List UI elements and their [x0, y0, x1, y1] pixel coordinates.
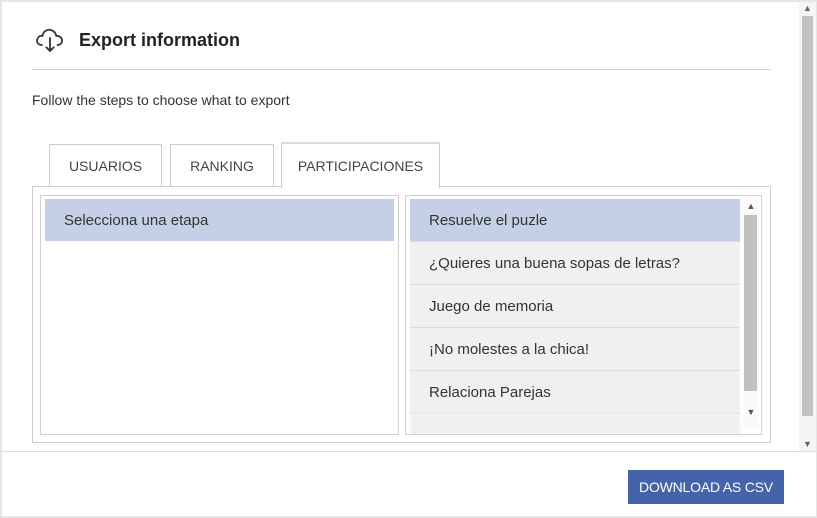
stage-list: Selecciona una etapa: [40, 195, 399, 435]
triangle-down-icon[interactable]: ▼: [799, 438, 816, 450]
list-scrollbar[interactable]: ▲ ▼: [743, 199, 759, 429]
list-item[interactable]: ¡No molestes a la chica!: [410, 328, 740, 371]
list-item[interactable]: [410, 414, 740, 434]
list-item[interactable]: Resuelve el puzle: [410, 199, 740, 242]
dialog-content: Export information Follow the steps to c…: [2, 2, 799, 451]
list-item[interactable]: Relaciona Parejas: [410, 371, 740, 414]
list-scrollbar-thumb[interactable]: [744, 215, 757, 391]
dialog-scrollbar-thumb[interactable]: [802, 16, 813, 416]
tab-ranking[interactable]: RANKING: [170, 144, 274, 187]
dialog-scrollbar[interactable]: ▲ ▼: [799, 2, 816, 451]
triangle-up-icon[interactable]: ▲: [799, 2, 816, 14]
list-item[interactable]: ¿Quieres una buena sopas de letras?: [410, 242, 740, 285]
game-list: Resuelve el puzle ¿Quieres una buena sop…: [405, 195, 762, 435]
triangle-up-icon[interactable]: ▲: [743, 199, 759, 213]
tab-participaciones[interactable]: PARTICIPACIONES: [281, 142, 440, 188]
dialog-footer: DOWNLOAD AS CSV: [2, 451, 816, 516]
list-item[interactable]: Selecciona una etapa: [45, 199, 394, 241]
triangle-down-icon[interactable]: ▼: [743, 405, 759, 419]
dialog-title: Export information: [79, 30, 240, 50]
export-dialog: Export information Follow the steps to c…: [2, 2, 816, 516]
list-item[interactable]: Juego de memoria: [410, 285, 740, 328]
dialog-subtitle: Follow the steps to choose what to expor…: [32, 92, 290, 108]
tab-usuarios[interactable]: USUARIOS: [49, 144, 162, 187]
tab-panel: Selecciona una etapa Resuelve el puzle ¿…: [32, 186, 771, 443]
download-csv-button[interactable]: DOWNLOAD AS CSV: [628, 470, 784, 504]
cloud-download-icon: [34, 25, 66, 55]
dialog-header: Export information: [32, 24, 771, 70]
